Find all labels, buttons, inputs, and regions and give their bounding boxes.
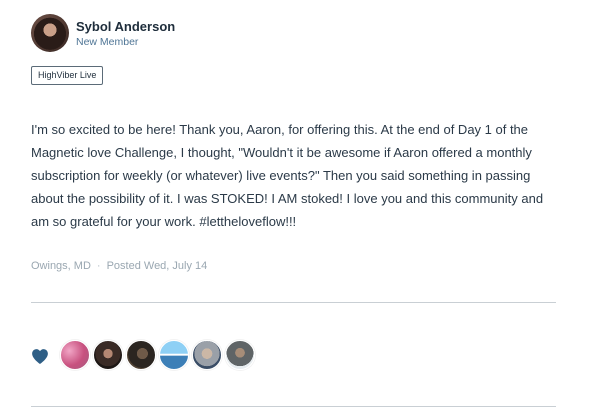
liker-avatar[interactable] [159, 340, 189, 370]
post-card: Sybol Anderson New Member HighViber Live… [0, 0, 612, 414]
author-avatar[interactable] [31, 14, 69, 52]
author-meta: Sybol Anderson New Member [76, 18, 175, 48]
meta-separator: · [96, 260, 101, 272]
liker-avatar[interactable] [192, 340, 222, 370]
divider-top [31, 302, 556, 303]
post-body: I'm so excited to be here! Thank you, Aa… [31, 122, 544, 229]
reactions-bar [31, 340, 258, 370]
category-tag[interactable]: HighViber Live [31, 66, 104, 85]
liker-avatar[interactable] [225, 340, 255, 370]
post-meta: Owings, MD · Posted Wed, July 14 [31, 260, 207, 272]
heart-icon[interactable] [31, 348, 49, 365]
author-name[interactable]: Sybol Anderson [76, 20, 175, 33]
author-header: Sybol Anderson New Member [31, 14, 175, 52]
author-role: New Member [76, 36, 139, 49]
liker-avatar[interactable] [60, 340, 90, 370]
liker-avatar[interactable] [93, 340, 123, 370]
divider-bottom [31, 406, 556, 407]
liker-avatar[interactable] [126, 340, 156, 370]
post-date: Posted Wed, July 14 [106, 260, 208, 272]
post-location: Owings, MD [31, 260, 91, 272]
